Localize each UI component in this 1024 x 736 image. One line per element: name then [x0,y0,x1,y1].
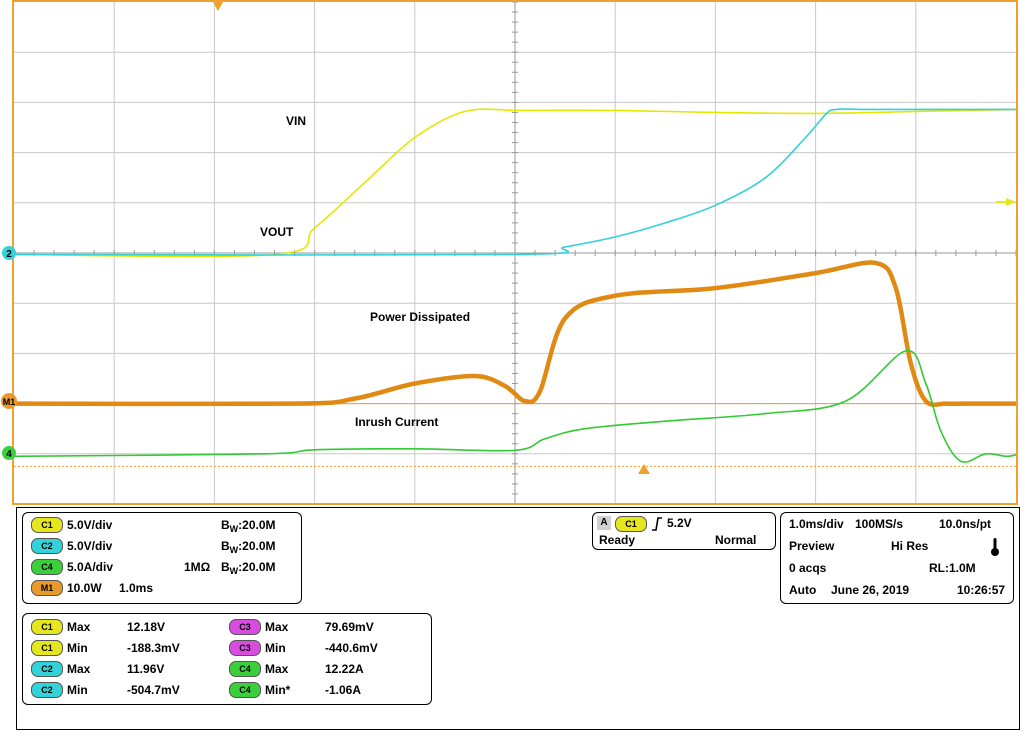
trigger-level: 5.2V [667,516,692,530]
label-vin: VIN [286,114,306,128]
measurement-channel-badge: C1 [31,640,63,656]
label-inrush-current: Inrush Current [355,415,438,429]
measurement-channel-badge: C3 [229,640,261,656]
channel-bandwidth: BW:20.0M [221,560,276,576]
svg-text:4: 4 [6,449,12,460]
capture-date: June 26, 2019 [831,583,910,597]
m1-ground-marker[interactable]: M1 [1,393,17,409]
measurement-label: Min* [265,683,291,697]
time-scale: 1.0ms/div [789,517,844,531]
channel-scale: 10.0W [67,581,102,595]
measurement-channel-badge: C4 [229,682,261,698]
label-power-dissipated: Power Dissipated [370,310,470,324]
measurement-value: -504.7mV [127,683,180,697]
channel-impedance-or-time: 1MΩ [184,560,211,574]
ch2-ground-marker[interactable]: 2 [2,246,16,260]
measurement-label: Max [67,662,91,676]
measurement-channel-badge: C1 [31,619,63,635]
trigger-source-tag: A [597,516,611,530]
measurement-value: 12.18V [127,620,166,634]
channel-badge: C4 [31,559,63,575]
channel-impedance-or-time: 1.0ms [119,581,154,595]
measurement-row[interactable]: C4 Max 12.22A [227,659,423,679]
trigger-source-badge: C1 [615,516,647,532]
measurement-channel-badge: C2 [31,661,63,677]
thermometer-icon [991,538,999,556]
time-resolution: 10.0ns/pt [939,517,992,531]
channel-badge: C1 [31,517,63,533]
measurement-row[interactable]: C2 Max 11.96V [29,659,225,679]
measurement-row[interactable]: C1 Min -188.3mV [29,638,225,658]
trigger-mode: Normal [715,533,757,547]
channel-scale: 5.0V/div [67,518,113,532]
channel-scale: 5.0V/div [67,539,113,553]
measurement-label: Max [265,620,289,634]
label-vout: VOUT [260,225,294,239]
preview-label: Preview [789,539,835,553]
measurement-channel-badge: C2 [31,682,63,698]
measurement-value: 12.22A [325,662,364,676]
oscilloscope-screen: VIN VOUT Power Dissipated Inrush Current… [0,0,1024,510]
acquisition-count: 0 acqs [789,561,827,575]
measurement-label: Min [67,641,88,655]
measurements-panel: C1 Max 12.18V C1 Min -188.3mV C2 Max 11.96V C2 Min… [22,613,432,705]
record-length: RL:1.0M [929,561,976,575]
channel-bandwidth: BW:20.0M [221,518,276,534]
channel-row[interactable]: C1 5.0V/div BW:20.0M [29,515,297,535]
measurement-value: 79.69mV [325,620,374,634]
channel-scale: 5.0A/div [67,560,114,574]
trigger-panel[interactable]: A C1 5.2V Ready Normal [592,512,776,550]
measurement-row[interactable]: C3 Max 79.69mV [227,617,423,637]
measurement-row[interactable]: C2 Min -504.7mV [29,680,225,700]
channel-bandwidth: BW:20.0M [221,539,276,555]
sample-rate: 100MS/s [855,517,904,531]
measurement-channel-badge: C3 [229,619,261,635]
channel-row[interactable]: M1 10.0W 1.0ms [29,578,297,598]
measurement-row[interactable]: C1 Max 12.18V [29,617,225,637]
measurement-value: -440.6mV [325,641,378,655]
measurement-row[interactable]: C3 Min -440.6mV [227,638,423,658]
measurement-label: Max [67,620,91,634]
measurement-label: Min [67,683,88,697]
measurement-value: -1.06A [325,683,362,697]
channel-badge: M1 [31,580,63,596]
channel-badge: C2 [31,538,63,554]
channel-settings-panel: C1 5.0V/div BW:20.0M C2 5.0V/div BW:20.0M C4 5.… [22,512,302,604]
capture-time: 10:26:57 [957,583,1006,597]
svg-text:M1: M1 [3,397,16,407]
svg-text:2: 2 [6,249,12,260]
acquisition-mode: Hi Res [891,539,929,553]
trigger-state: Ready [599,533,636,547]
measurement-value: -188.3mV [127,641,180,655]
channel-row[interactable]: C4 5.0A/div 1MΩ BW:20.0M [29,557,297,577]
measurement-channel-badge: C4 [229,661,261,677]
trigger-auto: Auto [789,583,817,597]
measurement-label: Max [265,662,289,676]
measurement-row[interactable]: C4 Min* -1.06A [227,680,423,700]
timebase-panel[interactable]: 1.0ms/div 100MS/s 10.0ns/pt Preview Hi R… [780,512,1014,604]
channel-row[interactable]: C2 5.0V/div BW:20.0M [29,536,297,556]
measurement-value: 11.96V [127,662,165,676]
rising-edge-icon [652,517,662,531]
ch4-ground-marker[interactable]: 4 [2,446,16,460]
measurement-label: Min [265,641,286,655]
